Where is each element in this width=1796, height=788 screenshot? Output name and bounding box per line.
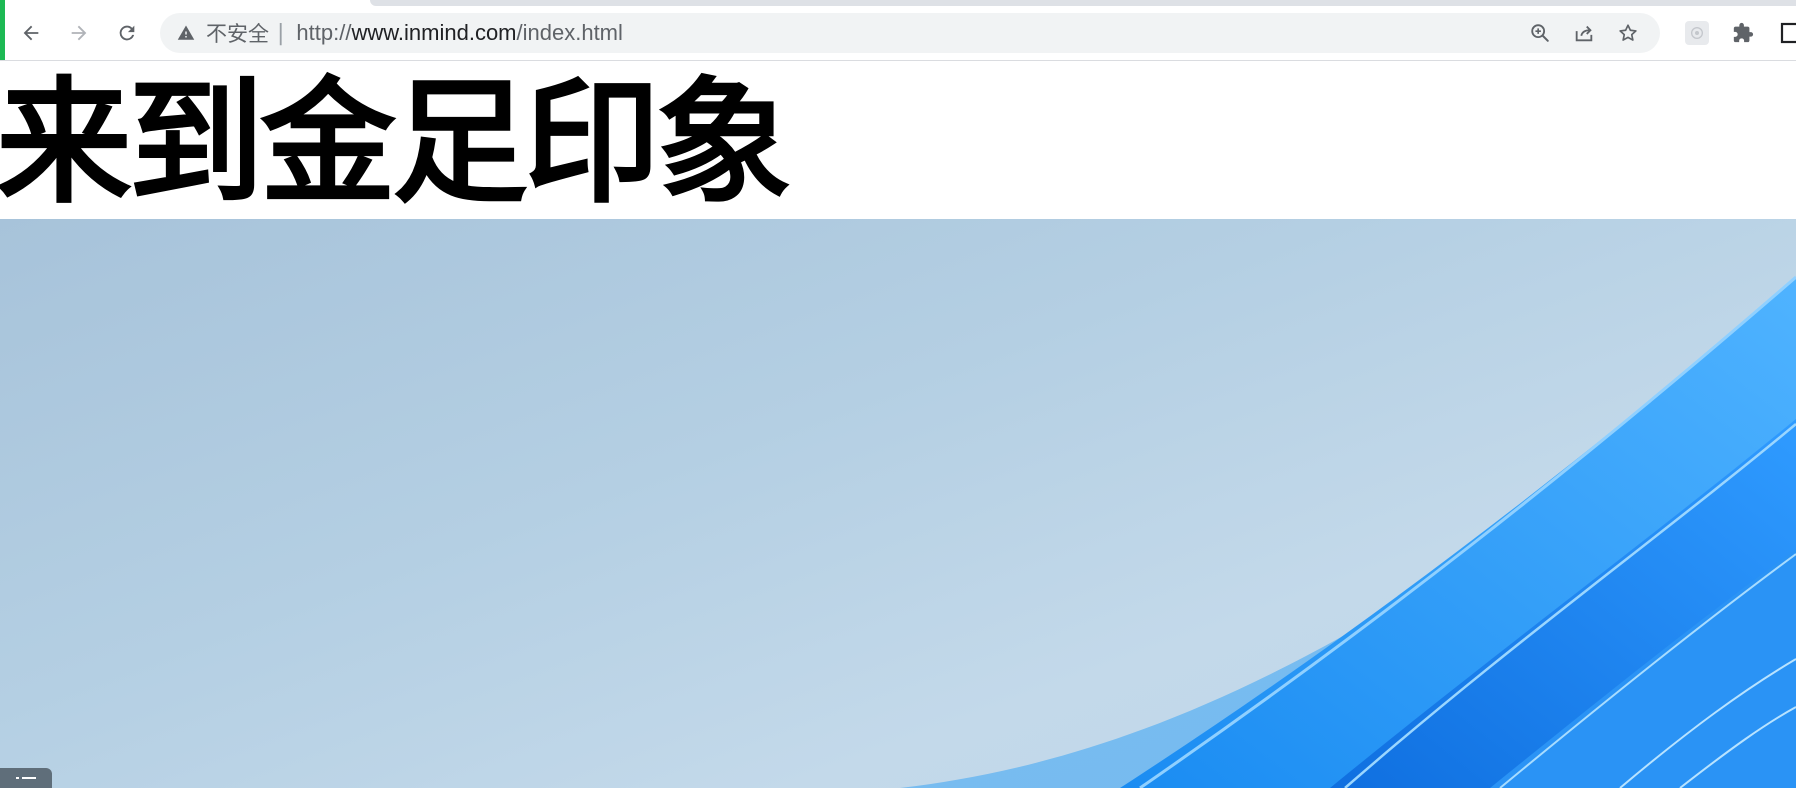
zoom-button[interactable] [1518, 13, 1562, 53]
extensions-menu-button[interactable] [1720, 13, 1766, 53]
star-icon [1619, 24, 1637, 41]
omnibox-separator: | [277, 20, 285, 46]
forward-button[interactable] [59, 13, 99, 53]
back-button[interactable] [11, 13, 51, 53]
security-status-label[interactable]: 不安全 [206, 18, 269, 48]
url-scheme: http:// [296, 20, 352, 45]
extension-button[interactable] [1674, 13, 1720, 53]
reload-button[interactable] [107, 13, 147, 53]
side-panel-icon [1780, 22, 1796, 44]
page-content: 来到金足印象 [0, 61, 1796, 788]
browser-toolbar: 不安全 | http://www.inmind.com/index.html [0, 6, 1796, 61]
extensions-area [1674, 13, 1796, 53]
warning-icon[interactable] [176, 23, 196, 43]
omnibox-actions [1518, 13, 1650, 53]
bookmark-button[interactable] [1606, 13, 1650, 53]
url-path: /index.html [516, 20, 623, 45]
url-host: www.inmind.com [351, 20, 517, 45]
side-panel-button[interactable] [1766, 13, 1796, 53]
share-button[interactable] [1562, 13, 1606, 53]
browser-window: 不安全 | http://www.inmind.com/index.html 来… [0, 0, 1796, 788]
page-heading: 来到金足印象 [0, 65, 792, 223]
address-bar[interactable]: 不安全 | http://www.inmind.com/index.html [160, 13, 1660, 53]
extension-faded-icon [1685, 21, 1709, 45]
forward-arrow-icon [71, 25, 87, 41]
dev-tools-toggle[interactable] [0, 768, 52, 788]
back-arrow-icon [23, 25, 39, 41]
list-icon [16, 777, 36, 779]
url-text[interactable]: http://www.inmind.com/index.html [296, 20, 622, 46]
wallpaper-waves [900, 275, 1796, 788]
hero-image [0, 219, 1796, 788]
puzzle-icon [1733, 22, 1754, 43]
accent-bar [0, 0, 5, 60]
share-icon [1575, 25, 1593, 42]
zoom-in-icon [1531, 24, 1549, 42]
reload-icon [119, 25, 135, 41]
